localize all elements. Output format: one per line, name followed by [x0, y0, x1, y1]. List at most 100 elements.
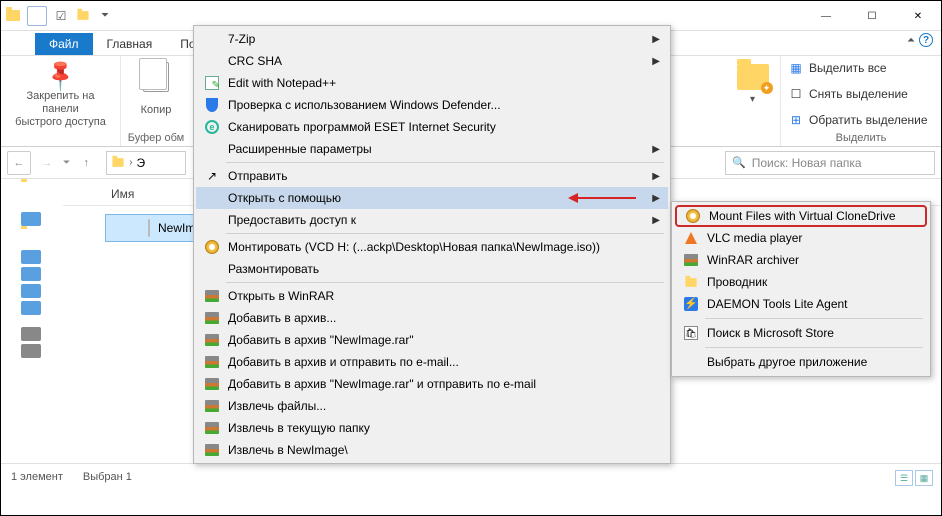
- ctx-извлечь-в-newimage-[interactable]: Извлечь в NewImage\: [196, 439, 668, 461]
- ctx-label: CRC SHA: [228, 54, 282, 68]
- tree-item[interactable]: [21, 250, 41, 264]
- ctx-извлечь-в-текущую-папку[interactable]: Извлечь в текущую папку: [196, 417, 668, 439]
- ctx-label: Расширенные параметры: [228, 142, 372, 156]
- ctx-расширенные-параметры[interactable]: Расширенные параметры ▶: [196, 138, 668, 160]
- chevron-up-icon[interactable]: ⏶: [907, 35, 915, 46]
- ctx-label: Отправить: [228, 169, 288, 183]
- winrar-icon: [202, 398, 222, 414]
- sub-label: Поиск в Microsoft Store: [707, 326, 834, 340]
- select-all-button[interactable]: ▦Выделить все: [787, 58, 889, 78]
- tree-item[interactable]: [21, 182, 41, 200]
- address-field[interactable]: › Э: [106, 151, 186, 175]
- tree-item[interactable]: [21, 327, 41, 341]
- status-items: 1 элемент: [11, 471, 63, 483]
- winrar-icon: [202, 288, 222, 304]
- tab-file[interactable]: Файл: [35, 33, 93, 55]
- ctx-предоставить-доступ-к[interactable]: Предоставить доступ к ▶: [196, 209, 668, 231]
- select-none-icon: ☐: [789, 87, 803, 101]
- ctx-label: Добавить в архив "NewImage.rar" и отправ…: [228, 377, 536, 391]
- ctx-label: Предоставить доступ к: [228, 213, 356, 227]
- path-folder-icon: [113, 158, 124, 167]
- new-folder-group[interactable]: ✦ ▾: [725, 56, 781, 146]
- col-name[interactable]: Имя: [111, 187, 134, 201]
- pin-group[interactable]: 📌 Закрепить на панели быстрого доступа: [1, 56, 121, 146]
- status-selected: Выбран 1: [83, 471, 132, 483]
- pin-icon: 📌: [42, 56, 80, 94]
- tree-item[interactable]: [21, 229, 41, 247]
- select-all-icon: ▦: [789, 61, 803, 75]
- highlight-arrow: [568, 191, 636, 205]
- blank-icon: [202, 261, 222, 277]
- openwith-winrar-archiver[interactable]: WinRAR archiver: [675, 249, 927, 271]
- submenu-arrow-icon: ▶: [652, 193, 660, 204]
- openwith-vlc-media-player[interactable]: VLC media player: [675, 227, 927, 249]
- ctx-crc-sha[interactable]: CRC SHA▶: [196, 50, 668, 72]
- submenu-arrow-icon: ▶: [652, 215, 660, 226]
- ctx-label: Извлечь в NewImage\: [228, 443, 348, 457]
- context-menu[interactable]: 7-Zip▶CRC SHA▶✎Edit with Notepad++Провер…: [193, 25, 671, 464]
- ctx-открыть-в-winrar[interactable]: Открыть в WinRAR: [196, 285, 668, 307]
- store-icon: 🛍: [681, 325, 701, 341]
- minimize-button[interactable]: —: [803, 2, 849, 30]
- vcd-icon: [683, 208, 703, 224]
- qat-border-icon[interactable]: [27, 6, 47, 26]
- view-details-icon[interactable]: ☰: [895, 470, 913, 486]
- tree-item[interactable]: [21, 301, 41, 315]
- shield-icon: [202, 97, 222, 113]
- openwith-mount-files-with-virtual-clone[interactable]: Mount Files with Virtual CloneDrive: [675, 205, 927, 227]
- open-with-submenu[interactable]: Mount Files with Virtual CloneDrive VLC m…: [671, 201, 931, 377]
- maximize-button[interactable]: ☐: [849, 2, 895, 30]
- ctx-извлечь-файлы-[interactable]: Извлечь файлы...: [196, 395, 668, 417]
- view-icons-icon[interactable]: ▦: [915, 470, 933, 486]
- history-dropdown[interactable]: ⏷: [63, 157, 70, 168]
- copy-icon[interactable]: [143, 62, 169, 92]
- blank-icon: [681, 354, 701, 370]
- ctx-label: Извлечь в текущую папку: [228, 421, 370, 435]
- forward-button[interactable]: →: [35, 151, 59, 175]
- tree-item[interactable]: [21, 212, 41, 226]
- ctx-label: Сканировать программой ESET Internet Sec…: [228, 120, 496, 134]
- tree-item[interactable]: [21, 284, 41, 298]
- openwith-choose-other[interactable]: Выбрать другое приложение: [675, 351, 927, 373]
- ctx-label: Edit with Notepad++: [228, 76, 336, 90]
- ctx-открыть-с-помощью[interactable]: Открыть с помощью▶: [196, 187, 668, 209]
- ctx-отправить[interactable]: ↗Отправить▶: [196, 165, 668, 187]
- pin-label: Закрепить на панели быстрого доступа: [7, 90, 114, 130]
- submenu-arrow-icon: ▶: [652, 34, 660, 45]
- openwith-daemon-tools-lite-agent[interactable]: ⚡DAEMON Tools Lite Agent: [675, 293, 927, 315]
- up-button[interactable]: ↑: [74, 151, 98, 175]
- share-icon: ↗: [202, 168, 222, 184]
- ctx-монтировать-vcd-h-ackp-desktop[interactable]: Монтировать (VCD H: (...ackp\Desktop\Нов…: [196, 236, 668, 258]
- select-none-button[interactable]: ☐Снять выделение: [787, 84, 910, 104]
- folder-icon: [5, 8, 21, 24]
- sub-label: VLC media player: [707, 231, 802, 245]
- blank-icon: [202, 53, 222, 69]
- back-button[interactable]: ←: [7, 151, 31, 175]
- help-icon[interactable]: ?: [919, 33, 933, 47]
- winrar-icon: [202, 332, 222, 348]
- openwith--[interactable]: Проводник: [675, 271, 927, 293]
- qat-dropdown-icon[interactable]: ⏷: [97, 8, 113, 24]
- ctx-добавить-в-архив-и-отправить-п[interactable]: Добавить в архив и отправить по e-mail..…: [196, 351, 668, 373]
- ctx-добавить-в-архив-[interactable]: Добавить в архив...: [196, 307, 668, 329]
- close-button[interactable]: ✕: [895, 2, 941, 30]
- submenu-arrow-icon: ▶: [652, 144, 660, 155]
- ctx-сканировать-программой-eset-in[interactable]: eСканировать программой ESET Internet Se…: [196, 116, 668, 138]
- ctx-проверка-с-использованием-wind[interactable]: Проверка с использованием Windows Defend…: [196, 94, 668, 116]
- tree-item[interactable]: [21, 267, 41, 281]
- small-folder-icon[interactable]: [75, 8, 91, 24]
- search-input[interactable]: 🔍 Поиск: Новая папка: [725, 151, 935, 175]
- ctx-edit-with-notepad-[interactable]: ✎Edit with Notepad++: [196, 72, 668, 94]
- qat-check-icon[interactable]: ☑: [53, 8, 69, 24]
- invert-button[interactable]: ⊞Обратить выделение: [787, 110, 930, 130]
- sub-label: Mount Files with Virtual CloneDrive: [709, 209, 896, 223]
- ctx-размонтировать[interactable]: Размонтировать: [196, 258, 668, 280]
- openwith-search-store[interactable]: 🛍 Поиск в Microsoft Store: [675, 322, 927, 344]
- ctx-добавить-в-архив-newimage-rar-[interactable]: Добавить в архив "NewImage.rar": [196, 329, 668, 351]
- tab-home[interactable]: Главная: [93, 33, 167, 55]
- nav-tree[interactable]: [7, 179, 49, 361]
- ctx-7-zip[interactable]: 7-Zip▶: [196, 28, 668, 50]
- ctx-label: Размонтировать: [228, 262, 319, 276]
- ctx-добавить-в-архив-newimage-rar-[interactable]: Добавить в архив "NewImage.rar" и отправ…: [196, 373, 668, 395]
- tree-item[interactable]: [21, 344, 41, 358]
